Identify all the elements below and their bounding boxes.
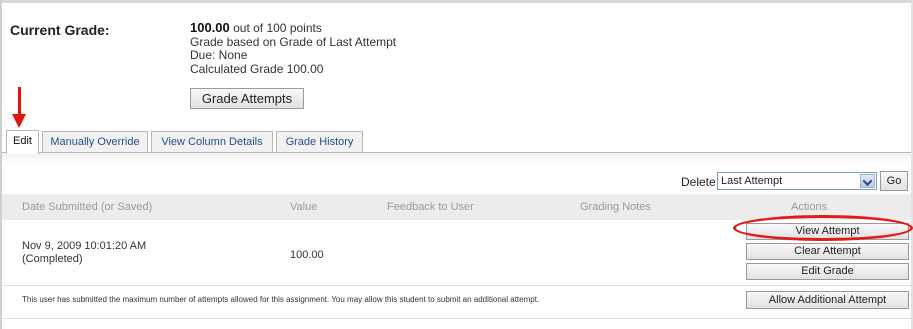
annotation-arrow-head bbox=[12, 114, 26, 128]
attempt-date: Nov 9, 2009 10:01:20 AM (Completed) bbox=[22, 240, 146, 266]
header-date-submitted: Date Submitted (or Saved) bbox=[22, 201, 153, 213]
grade-based-on: Grade based on Grade of Last Attempt bbox=[190, 34, 397, 49]
header-feedback: Feedback to User bbox=[387, 201, 474, 213]
grade-info: 100.00 out of 100 points Grade based on … bbox=[190, 21, 396, 76]
tab-view-column-details[interactable]: View Column Details bbox=[151, 131, 273, 152]
tab-edit[interactable]: Edit bbox=[6, 130, 39, 154]
header-actions: Actions bbox=[791, 201, 828, 213]
delete-attempt-select[interactable]: Last Attempt bbox=[717, 172, 877, 190]
grade-score: 100.00 bbox=[190, 20, 230, 35]
attempt-date-text: Nov 9, 2009 10:01:20 AM bbox=[22, 240, 147, 252]
view-attempt-button[interactable]: View Attempt bbox=[746, 223, 909, 240]
allow-additional-attempt-button[interactable]: Allow Additional Attempt bbox=[746, 291, 909, 309]
header-value: Value bbox=[290, 201, 318, 213]
row-divider bbox=[2, 285, 911, 286]
attempt-value: 100.00 bbox=[290, 249, 324, 261]
tab-grade-history[interactable]: Grade History bbox=[276, 131, 363, 152]
delete-label: Delete bbox=[681, 175, 716, 189]
calculated-grade: Calculated Grade 100.00 bbox=[190, 61, 324, 76]
max-attempts-note: This user has submitted the maximum numb… bbox=[22, 295, 540, 304]
edit-grade-button[interactable]: Edit Grade bbox=[746, 263, 909, 280]
header-grading-notes: Grading Notes bbox=[580, 201, 651, 213]
delete-attempt-selected: Last Attempt bbox=[721, 175, 783, 187]
grade-score-line: 100.00 out of 100 points bbox=[190, 21, 396, 36]
attempt-status: (Completed) bbox=[22, 253, 83, 265]
chevron-down-icon[interactable] bbox=[860, 174, 875, 188]
clear-attempt-button[interactable]: Clear Attempt bbox=[746, 243, 909, 260]
go-button[interactable]: Go bbox=[880, 171, 908, 191]
grade-attempts-button[interactable]: Grade Attempts bbox=[190, 88, 304, 109]
current-grade-label: Current Grade: bbox=[10, 22, 110, 38]
annotation-arrow bbox=[18, 87, 21, 117]
due-date: Due: None bbox=[190, 48, 248, 62]
grade-score-suffix: out of 100 points bbox=[229, 21, 322, 35]
bottom-divider bbox=[2, 318, 911, 319]
panel-shade bbox=[2, 153, 911, 165]
top-border bbox=[0, 0, 913, 3]
tab-manually-override[interactable]: Manually Override bbox=[42, 131, 148, 152]
